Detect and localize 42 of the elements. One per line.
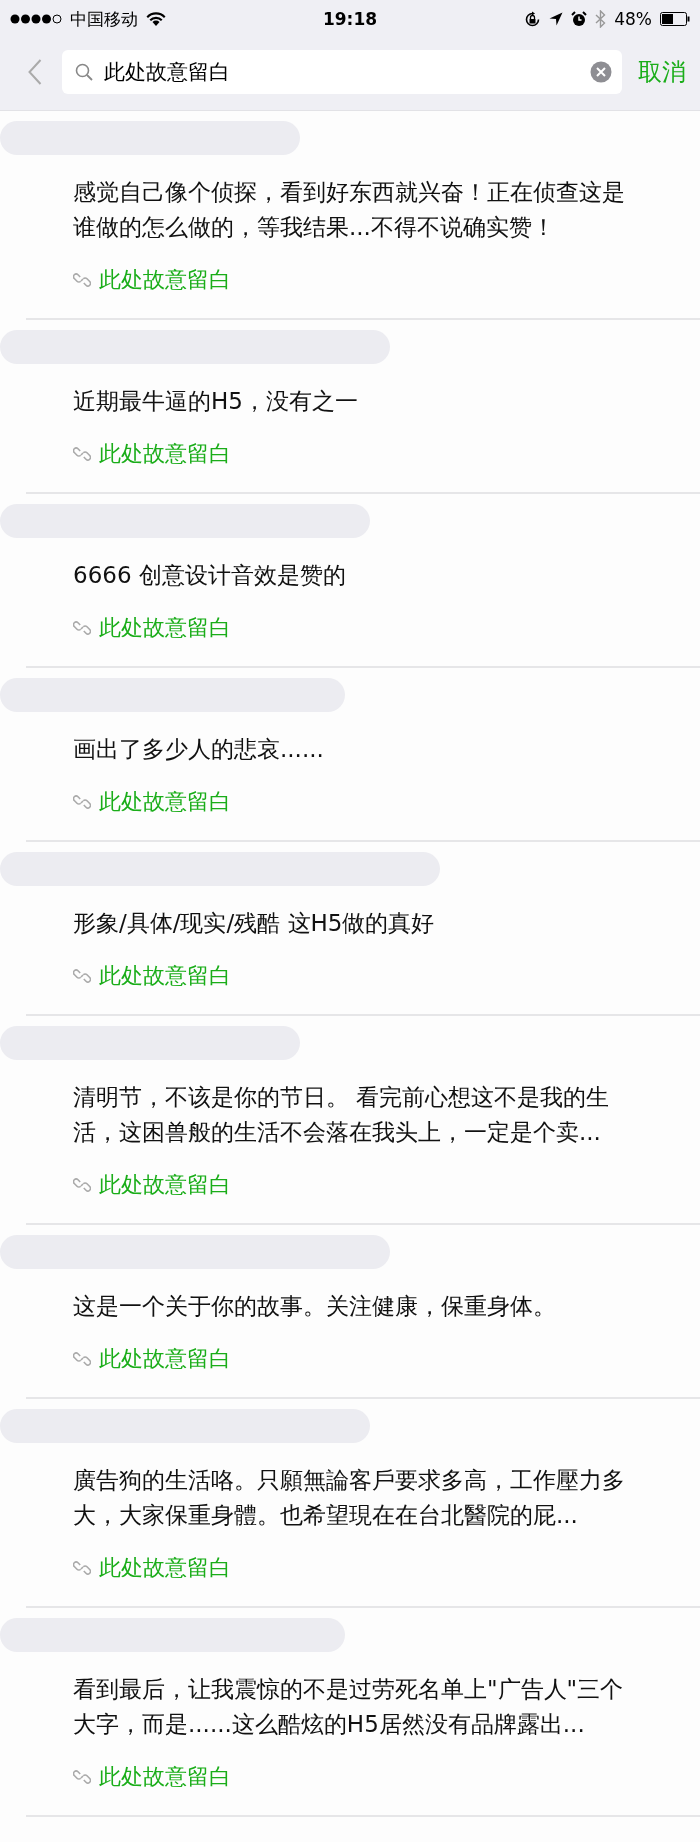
wifi-icon bbox=[146, 11, 166, 27]
comment-text: 看到最后，让我震惊的不是过劳死名单上"广告人"三个大字，而是......这么酷炫的H5居然没有品牌露出... bbox=[73, 1675, 625, 1739]
article-link[interactable]: 此处故意留白 bbox=[99, 1553, 231, 1583]
search-icon bbox=[75, 63, 93, 81]
rotation-lock-icon bbox=[524, 10, 542, 28]
carrier-name: 中国移动 bbox=[70, 7, 138, 31]
link-icon bbox=[73, 793, 91, 811]
article-link[interactable]: 此处故意留白 bbox=[99, 439, 231, 469]
link-icon bbox=[73, 1559, 91, 1577]
link-icon bbox=[73, 619, 91, 637]
link-icon bbox=[73, 967, 91, 985]
article-link[interactable]: 此处故意留白 bbox=[99, 961, 231, 991]
comment-text: 感觉自己像个侦探，看到好东西就兴奋！正在侦查这是谁做的怎么做的，等我结果...不得不说确实赞！ bbox=[73, 178, 625, 242]
article-link[interactable]: 此处故意留白 bbox=[99, 1762, 231, 1792]
article-link[interactable]: 此处故意留白 bbox=[99, 265, 231, 295]
comment-text: 廣告狗的生活咯。只願無論客戶要求多高，工作壓力多大，大家保重身體。也希望現在在台北醫院的屁... bbox=[73, 1466, 625, 1530]
clock-time: 19:18 bbox=[322, 9, 378, 29]
link-icon bbox=[73, 271, 91, 289]
comment-text: 形象/具体/现实/残酷 这H5做的真好 bbox=[73, 909, 436, 938]
alarm-clock-icon bbox=[571, 11, 588, 27]
link-icon bbox=[73, 1176, 91, 1194]
article-link[interactable]: 此处故意留白 bbox=[99, 787, 231, 817]
search-field[interactable]: 此处故意留白 bbox=[62, 50, 622, 94]
signal-icon bbox=[10, 13, 62, 25]
article-link[interactable]: 此处故意留白 bbox=[99, 1170, 231, 1200]
back-chevron-icon bbox=[28, 59, 42, 85]
comment-text: 清明节，不该是你的节日。 看完前心想这不是我的生活，这困兽般的生活不会落在我头上，一定是个卖... bbox=[73, 1083, 611, 1147]
cancel-button[interactable]: 取消 bbox=[636, 52, 688, 92]
link-icon bbox=[73, 1350, 91, 1368]
link-icon bbox=[73, 1768, 91, 1786]
location-arrow-icon bbox=[549, 12, 564, 26]
comment-text: 近期最牛逼的H5，没有之一 bbox=[73, 387, 359, 416]
comment-text: 画出了多少人的悲哀...... bbox=[73, 735, 325, 764]
comment-text: 6666 创意设计音效是赞的 bbox=[73, 561, 347, 590]
battery-icon bbox=[660, 12, 690, 26]
bluetooth-icon bbox=[595, 10, 607, 28]
article-link[interactable]: 此处故意留白 bbox=[99, 1344, 231, 1374]
clear-icon[interactable] bbox=[590, 61, 612, 83]
battery-percentage: 48% bbox=[614, 9, 652, 29]
link-icon bbox=[73, 445, 91, 463]
comment-text: 这是一个关于你的故事。关注健康，保重身体。 bbox=[73, 1292, 557, 1321]
article-link[interactable]: 此处故意留白 bbox=[99, 613, 231, 643]
